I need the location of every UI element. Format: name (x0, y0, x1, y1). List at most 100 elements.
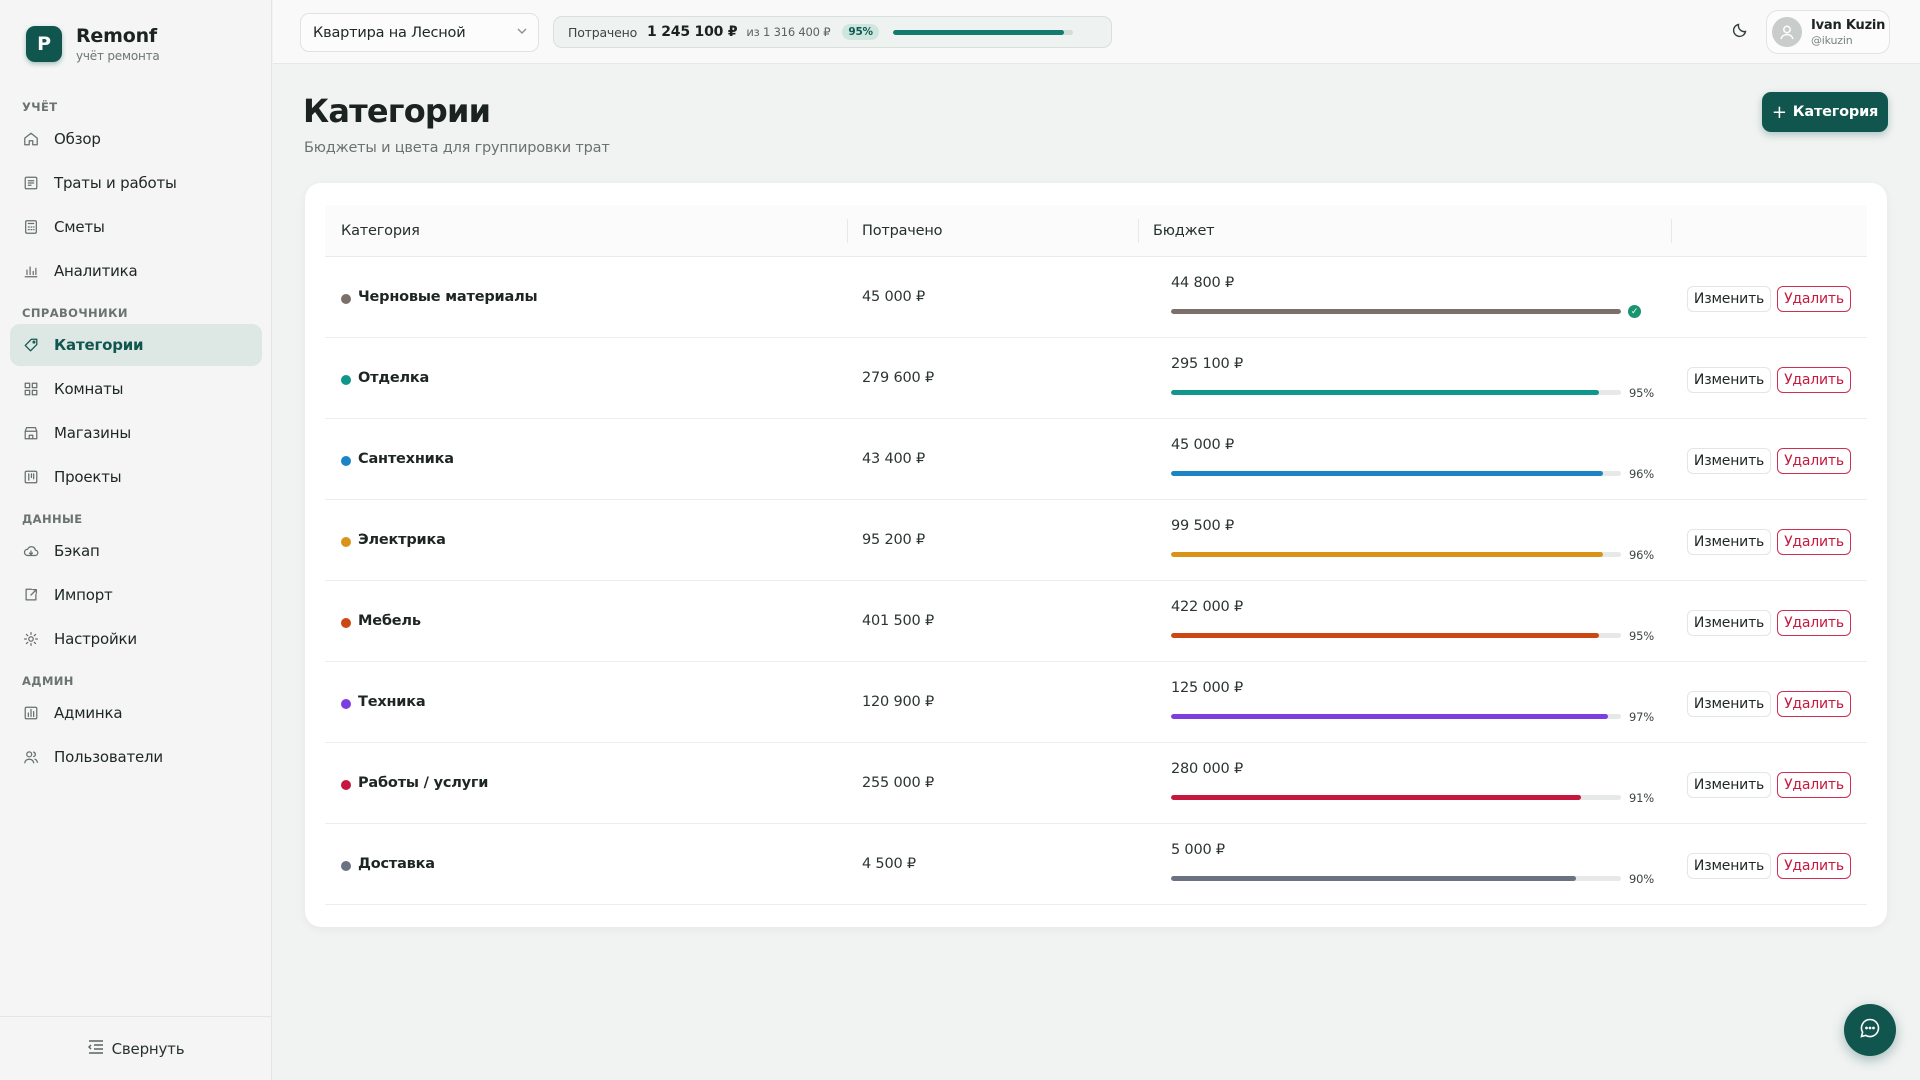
sidebar-item-label: Импорт (54, 586, 113, 604)
header-divider (1671, 219, 1672, 243)
table-row: Работы / услуги 255 000 ₽ 280 000 ₽ 91% Изме… (325, 743, 1867, 824)
edit-category-button[interactable]: Изменить (1687, 448, 1771, 474)
sidebar-item[interactable]: Проекты (10, 456, 262, 498)
spend-progress-bar (892, 29, 1073, 35)
spend-label: Потрачено (568, 24, 638, 40)
sidebar-item-label: Настройки (54, 630, 137, 648)
category-spent: 95 200 ₽ (862, 532, 925, 548)
category-color-dot (341, 861, 351, 871)
nav-section-title: ДАННЫЕ (22, 512, 83, 526)
brand-subtitle: учёт ремонта (76, 49, 160, 63)
budget-progress-bar (1171, 471, 1621, 476)
project-select[interactable]: Квартира на Лесной (300, 13, 539, 52)
delete-category-button[interactable]: Удалить (1777, 529, 1851, 555)
sidebar-item-label: Комнаты (54, 380, 124, 398)
sidebar-item[interactable]: Комнаты (10, 368, 262, 410)
moon-icon[interactable] (1732, 22, 1748, 42)
category-color-dot (341, 375, 351, 385)
sidebar-item[interactable]: Пользователи (10, 736, 262, 778)
nav-section-title: УЧЁТ (22, 100, 58, 114)
admin-panel-icon (22, 704, 40, 722)
sidebar-item[interactable]: Админка (10, 692, 262, 734)
sidebar-item[interactable]: Магазины (10, 412, 262, 454)
sidebar-item[interactable]: Настройки (10, 618, 262, 660)
delete-category-button[interactable]: Удалить (1777, 367, 1851, 393)
sidebar-item-label: Обзор (54, 130, 101, 148)
nav-section-title: СПРАВОЧНИКИ (22, 306, 128, 320)
edit-category-button[interactable]: Изменить (1687, 367, 1771, 393)
category-name: Черновые материалы (358, 289, 538, 305)
import-icon (22, 586, 40, 604)
budget-progress-bar (1171, 876, 1621, 881)
header-spent: Потрачено (862, 222, 943, 239)
table-row: Отделка 279 600 ₽ 295 100 ₽ 95% Изменить Удал… (325, 338, 1867, 419)
delete-category-button[interactable]: Удалить (1777, 772, 1851, 798)
category-spent: 279 600 ₽ (862, 370, 934, 386)
budget-percent: 95% (1629, 629, 1654, 643)
sidebar-item-label: Пользователи (54, 748, 163, 766)
chevron-down-icon (516, 25, 528, 41)
add-category-button[interactable]: + Категория (1762, 92, 1888, 132)
brand-name: Remonf (76, 25, 157, 47)
budget-progress-fill (1171, 714, 1608, 719)
table-row: Сантехника 43 400 ₽ 45 000 ₽ 96% Изменить Уда… (325, 419, 1867, 500)
sidebar-item[interactable]: Бэкап (10, 530, 262, 572)
delete-category-button[interactable]: Удалить (1777, 691, 1851, 717)
delete-category-button[interactable]: Удалить (1777, 286, 1851, 312)
category-spent: 43 400 ₽ (862, 451, 925, 467)
header-divider (1138, 219, 1139, 243)
table-row: Электрика 95 200 ₽ 99 500 ₽ 96% Изменить Удал… (325, 500, 1867, 581)
sidebar-item[interactable]: Сметы (10, 206, 262, 248)
edit-category-button[interactable]: Изменить (1687, 529, 1771, 555)
edit-category-button[interactable]: Изменить (1687, 286, 1771, 312)
spend-amount: 1 245 100 ₽ (647, 24, 738, 40)
page-subtitle: Бюджеты и цвета для группировки трат (304, 140, 610, 156)
budget-progress-fill (1171, 633, 1599, 638)
sidebar-item[interactable]: Траты и работы (10, 162, 262, 204)
edit-category-button[interactable]: Изменить (1687, 772, 1771, 798)
brand[interactable]: P Remonf учёт ремонта (26, 25, 160, 63)
budget-percent: 91% (1629, 791, 1654, 805)
category-color-dot (341, 456, 351, 466)
sidebar-item[interactable]: Импорт (10, 574, 262, 616)
sidebar-item[interactable]: Категории (10, 324, 262, 366)
category-budget: 99 500 ₽ (1171, 518, 1234, 534)
collapse-sidebar-button[interactable]: Свернуть (0, 1016, 272, 1080)
budget-progress-fill (1171, 471, 1603, 476)
sidebar-item-label: Магазины (54, 424, 131, 442)
edit-category-button[interactable]: Изменить (1687, 691, 1771, 717)
budget-progress-bar (1171, 795, 1621, 800)
category-budget: 44 800 ₽ (1171, 275, 1234, 291)
delete-category-button[interactable]: Удалить (1777, 853, 1851, 879)
chat-button[interactable] (1844, 1004, 1896, 1056)
bar-chart-icon (22, 262, 40, 280)
budget-percent: 96% (1629, 467, 1654, 481)
add-category-label: Категория (1792, 104, 1879, 120)
budget-progress-bar (1171, 633, 1621, 638)
budget-progress-fill (1171, 795, 1581, 800)
category-color-dot (341, 780, 351, 790)
collapse-label: Свернуть (111, 1039, 185, 1058)
edit-category-button[interactable]: Изменить (1687, 610, 1771, 636)
user-menu[interactable]: Ivan Kuzin @ikuzin (1766, 10, 1890, 54)
header-budget: Бюджет (1153, 222, 1215, 239)
delete-category-button[interactable]: Удалить (1777, 448, 1851, 474)
budget-progress-fill (1171, 552, 1603, 557)
edit-category-button[interactable]: Изменить (1687, 853, 1771, 879)
sidebar-item[interactable]: Обзор (10, 118, 262, 160)
sidebar-item[interactable]: Аналитика (10, 250, 262, 292)
grid-icon (22, 380, 40, 398)
header-category: Категория (341, 222, 420, 239)
store-icon (22, 424, 40, 442)
user-avatar-icon (1772, 17, 1802, 47)
spend-total: из 1 316 400 ₽ (746, 25, 831, 39)
cloud-icon (22, 542, 40, 560)
delete-category-button[interactable]: Удалить (1777, 610, 1851, 636)
spend-progress-fill (892, 29, 1064, 35)
sidebar-nav: УЧЁТ Обзор Траты и работы Сметы Аналитика СПР… (10, 96, 262, 780)
budget-progress-fill (1171, 309, 1621, 314)
category-name: Работы / услуги (358, 775, 489, 791)
category-budget: 125 000 ₽ (1171, 680, 1243, 696)
category-color-dot (341, 294, 351, 304)
category-name: Сантехника (358, 451, 454, 467)
